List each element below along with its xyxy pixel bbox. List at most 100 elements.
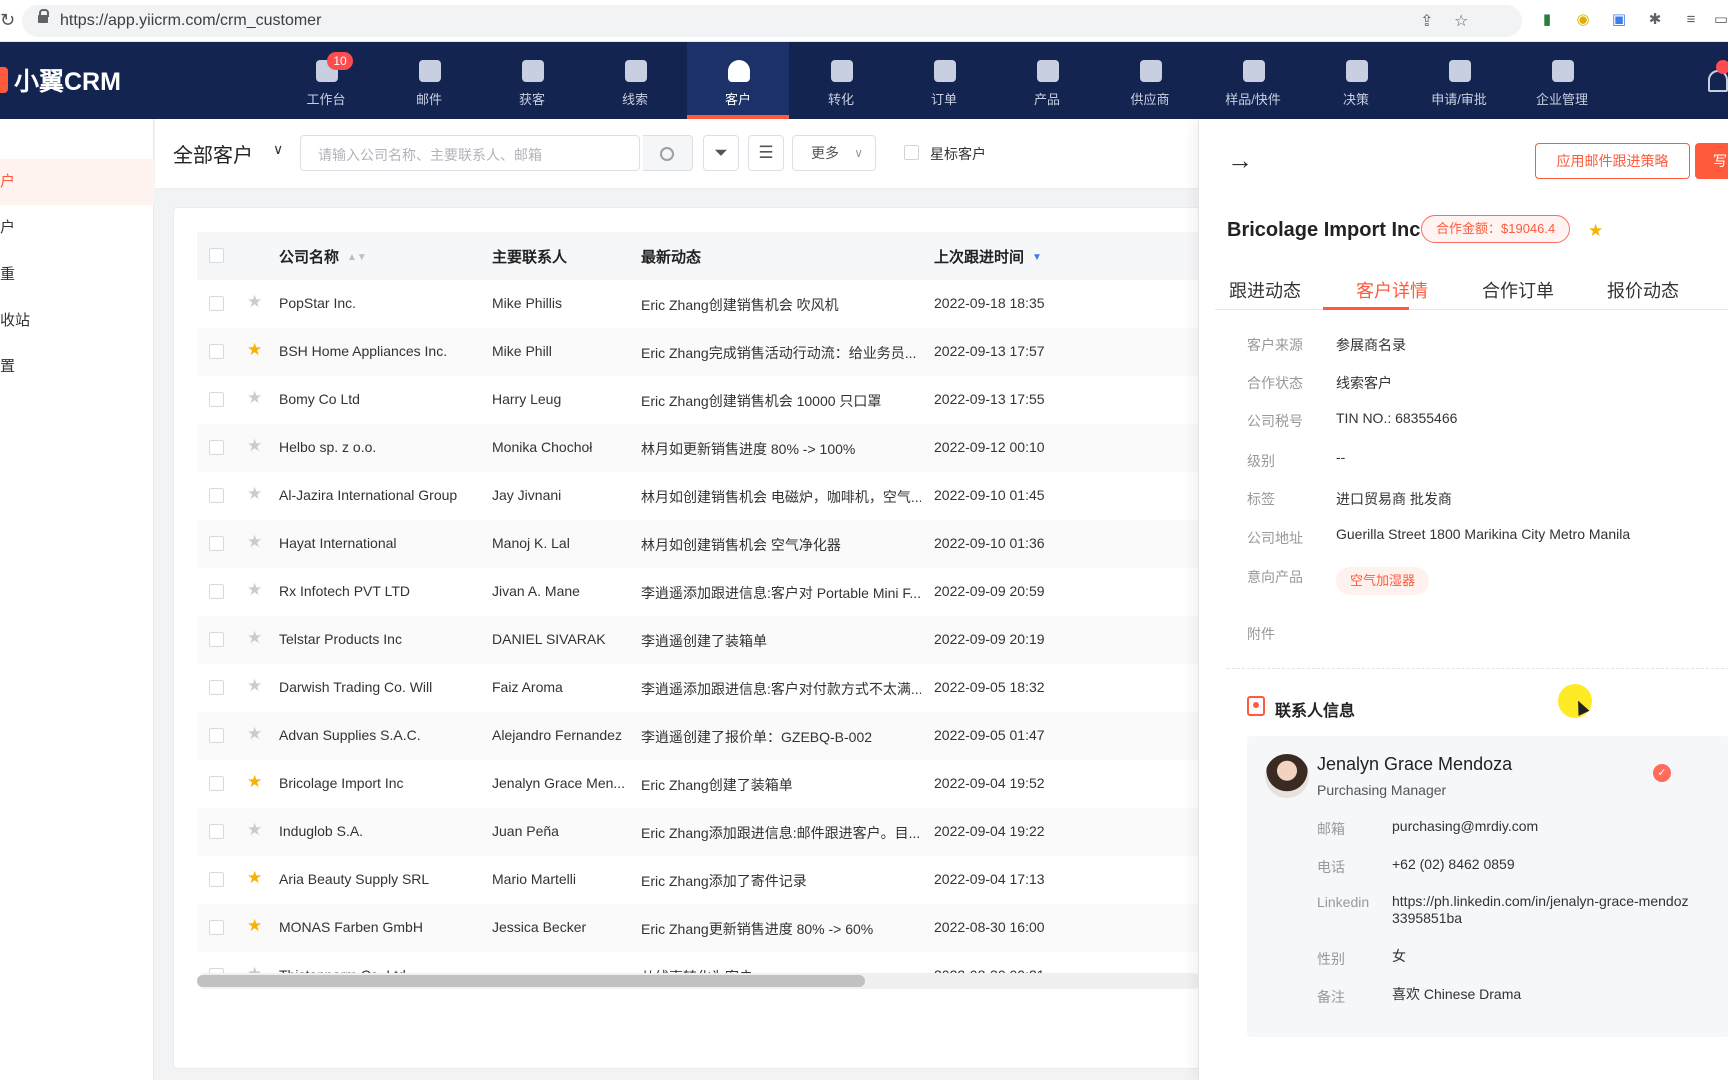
row-checkbox[interactable]	[209, 680, 224, 695]
cell-company[interactable]: Aria Beauty Supply SRL	[279, 871, 429, 887]
cell-company[interactable]: Induglob S.A.	[279, 823, 363, 839]
more-button[interactable]: 更多 ∨	[792, 135, 876, 171]
table-row[interactable]: ★ Telstar Products Inc DANIEL SIVARAK 李逍遥创建…	[197, 616, 1201, 664]
nav-item-11[interactable]: 申请/审批	[1408, 42, 1510, 119]
cell-company[interactable]: Hayat International	[279, 535, 397, 551]
starred-label[interactable]: 星标客户	[930, 144, 986, 164]
row-checkbox[interactable]	[209, 584, 224, 599]
tab-followup[interactable]: 跟进动态	[1229, 277, 1301, 303]
row-checkbox[interactable]	[209, 776, 224, 791]
star-icon[interactable]: ★	[247, 484, 262, 504]
contact-email[interactable]: purchasing@mrdiy.com	[1392, 818, 1538, 835]
row-checkbox[interactable]	[209, 296, 224, 311]
table-row[interactable]: ★ Rx Infotech PVT LTD Jivan A. Mane 李逍遥添加跟进…	[197, 568, 1201, 616]
contact-linkedin[interactable]: https://ph.linkedin.com/in/jenalyn-grace…	[1392, 893, 1722, 927]
nav-item-9[interactable]: 样品/快件	[1202, 42, 1304, 119]
search-input[interactable]: 请输入公司名称、主要联系人、邮箱	[300, 135, 640, 171]
write-email-button[interactable]: 写	[1695, 143, 1728, 179]
cell-company[interactable]: Darwish Trading Co. Will	[279, 679, 432, 695]
puzzle-icon[interactable]: ✱	[1644, 9, 1666, 31]
scrollbar-thumb[interactable]	[197, 975, 865, 987]
window-icon[interactable]: ▭	[1710, 9, 1728, 31]
horizontal-scrollbar[interactable]	[197, 973, 1201, 989]
nav-item-12[interactable]: 企业管理	[1511, 42, 1613, 119]
translate-ext-icon[interactable]: ▣	[1608, 9, 1630, 31]
nav-item-3[interactable]: 线索	[584, 42, 686, 119]
table-row[interactable]: ★ Bomy Co Ltd Harry Leug Eric Zhang创建销售机会 1…	[197, 376, 1201, 424]
search-button[interactable]	[643, 135, 693, 171]
nav-item-1[interactable]: 邮件	[378, 42, 480, 119]
cell-company[interactable]: Al-Jazira International Group	[279, 487, 457, 503]
star-icon[interactable]: ★	[247, 964, 262, 973]
intent-product-tag[interactable]: 空气加湿器	[1336, 567, 1430, 595]
tab-customer-details[interactable]: 客户详情	[1356, 277, 1428, 303]
table-row[interactable]: ★ Aria Beauty Supply SRL Mario Martelli Eri…	[197, 856, 1201, 904]
nav-item-7[interactable]: 产品	[996, 42, 1098, 119]
column-settings-button[interactable]: ☰	[748, 135, 784, 171]
table-row[interactable]: ★ Induglob S.A. Juan Peña Eric Zhang添加跟进信息:…	[197, 808, 1201, 856]
row-checkbox[interactable]	[209, 632, 224, 647]
row-checkbox[interactable]	[209, 920, 224, 935]
filter-button[interactable]: ⏷	[703, 135, 739, 171]
playlist-icon[interactable]: ≡	[1680, 9, 1702, 31]
star-icon[interactable]: ★	[247, 436, 262, 456]
sidebar-item-3[interactable]: 重	[0, 252, 154, 298]
address-bar[interactable]: https://app.yiicrm.com/crm_customer ⇪ ☆	[22, 5, 1522, 37]
star-icon[interactable]: ★	[247, 916, 262, 936]
sidebar-item-1[interactable]: 户	[0, 159, 154, 205]
circle-ext-icon[interactable]: ◉	[1572, 9, 1594, 31]
star-icon[interactable]: ★	[247, 340, 262, 360]
cell-company[interactable]: Telstar Products Inc	[279, 631, 402, 647]
table-row[interactable]: ★ MONAS Farben GmbH Jessica Becker Eric Zha…	[197, 904, 1201, 952]
row-checkbox[interactable]	[209, 872, 224, 887]
sidebar-item-settings[interactable]: 置	[0, 344, 154, 390]
star-icon[interactable]: ★	[1588, 221, 1603, 241]
nav-item-8[interactable]: 供应商	[1099, 42, 1201, 119]
nav-item-5[interactable]: 转化	[790, 42, 892, 119]
check-icon[interactable]: ✓	[1653, 764, 1671, 782]
share-icon[interactable]: ⇪	[1420, 11, 1433, 31]
close-drawer-arrow-icon[interactable]: →	[1227, 147, 1253, 173]
star-icon[interactable]: ★	[247, 772, 262, 792]
table-row[interactable]: ★Thistanparm Co. Ltd从线索转化为客户2022-08-30 0…	[197, 952, 1201, 973]
tab-orders[interactable]: 合作订单	[1482, 277, 1554, 303]
cell-company[interactable]: PopStar Inc.	[279, 295, 356, 311]
star-icon[interactable]: ★	[247, 820, 262, 840]
star-icon[interactable]: ★	[247, 388, 262, 408]
sidebar-item-2[interactable]: 户	[0, 205, 154, 251]
starred-checkbox[interactable]	[904, 145, 919, 160]
cell-company[interactable]: Bricolage Import Inc	[279, 775, 404, 791]
cell-company[interactable]: Rx Infotech PVT LTD	[279, 583, 410, 599]
table-row[interactable]: ★ Bricolage Import Inc Jenalyn Grace Men..…	[197, 760, 1201, 808]
table-row[interactable]: ★ Hayat International Manoj K. Lal 林月如创建销售机…	[197, 520, 1201, 568]
row-checkbox[interactable]	[209, 536, 224, 551]
cell-company[interactable]: BSH Home Appliances Inc.	[279, 343, 447, 359]
app-logo[interactable]: 小翼CRM	[0, 62, 121, 98]
star-icon[interactable]: ★	[247, 724, 262, 744]
row-checkbox[interactable]	[209, 440, 224, 455]
nav-item-4[interactable]: 客户	[687, 42, 789, 119]
nav-item-6[interactable]: 订单	[893, 42, 995, 119]
table-row[interactable]: ★ Helbo sp. z o.o. Monika Chochoł 林月如更新销售进度…	[197, 424, 1201, 472]
cell-company[interactable]: Bomy Co Ltd	[279, 391, 360, 407]
cell-company[interactable]: Advan Supplies S.A.C.	[279, 727, 421, 743]
star-icon[interactable]: ★	[247, 628, 262, 648]
url-text[interactable]: https://app.yiicrm.com/crm_customer	[60, 12, 321, 30]
sidebar-item-recycle[interactable]: 收站	[0, 298, 154, 344]
customer-scope-select[interactable]: 全部客户	[173, 139, 253, 168]
star-icon[interactable]: ★	[247, 292, 262, 312]
bookmark-star-icon[interactable]: ☆	[1454, 11, 1468, 31]
star-icon[interactable]: ★	[247, 532, 262, 552]
reload-icon[interactable]: ↻	[0, 8, 15, 32]
row-checkbox[interactable]	[209, 392, 224, 407]
apply-email-strategy-button[interactable]: 应用邮件跟进策略	[1535, 143, 1690, 179]
row-checkbox[interactable]	[209, 344, 224, 359]
cell-company[interactable]: MONAS Farben GmbH	[279, 919, 423, 935]
star-icon[interactable]: ★	[247, 676, 262, 696]
star-icon[interactable]: ★	[247, 868, 262, 888]
table-row[interactable]: ★ BSH Home Appliances Inc. Mike Phill Eric …	[197, 328, 1201, 376]
star-icon[interactable]: ★	[247, 580, 262, 600]
row-checkbox[interactable]	[209, 488, 224, 503]
nav-item-10[interactable]: 决策	[1305, 42, 1407, 119]
tab-quotes[interactable]: 报价动态	[1607, 277, 1679, 303]
